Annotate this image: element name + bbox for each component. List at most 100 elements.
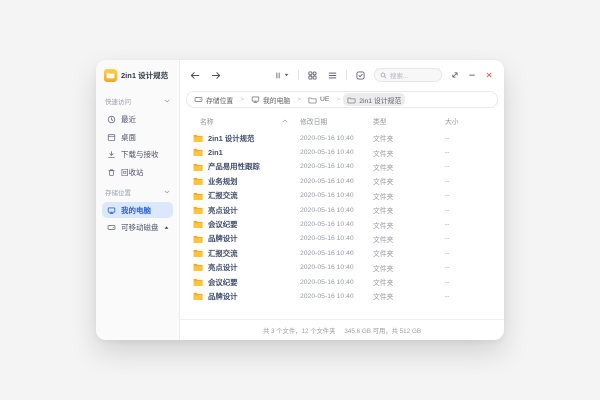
sidebar-item-label: 我的电脑: [121, 205, 151, 216]
folder-fill-icon: [193, 177, 203, 186]
file-date: 2020-05-16 10:40: [300, 207, 373, 214]
table-row[interactable]: 会议纪要2020-05-16 10:40文件夹--: [193, 275, 496, 289]
file-size: --: [445, 250, 496, 257]
sidebar-sections: 快速访问最近桌面下载与接收回收站存储位置我的电脑可移动磁盘: [102, 91, 173, 236]
table-row[interactable]: 产品易用性跟踪2020-05-16 10:40文件夹--: [193, 160, 496, 174]
file-name-cell: 汇报交流: [193, 248, 300, 259]
column-header-name[interactable]: 名称: [193, 116, 300, 126]
file-date: 2020-05-16 10:40: [300, 178, 373, 185]
breadcrumb-separator: >: [296, 96, 302, 103]
sidebar-item-label: 最近: [121, 114, 136, 125]
chevron-down-icon: [164, 99, 170, 103]
window-title-area: 2in1 设计规范: [102, 67, 173, 91]
file-name-cell: 会议纪要: [193, 277, 300, 288]
file-type: 文件夹: [373, 148, 445, 158]
file-name: 会议纪要: [208, 219, 238, 230]
file-type: 文件夹: [373, 248, 445, 258]
column-header-date[interactable]: 修改日期: [300, 116, 373, 126]
file-size: --: [445, 207, 496, 214]
main-panel: 搜索... 存储位置>我的电脑>UE>2in1 设计规范 名称 修改日期 类型 …: [180, 60, 504, 340]
column-header-type[interactable]: 类型: [373, 116, 445, 126]
table-row[interactable]: 业务规划2020-05-16 10:40文件夹--: [193, 174, 496, 188]
folder-fill-icon: [193, 163, 203, 172]
file-name: 产品易用性跟踪: [208, 161, 260, 172]
chevron-down-icon: [164, 190, 170, 194]
file-name: 亮点设计: [208, 205, 238, 216]
list-view-icon: [328, 71, 337, 80]
window-close-button[interactable]: [483, 69, 495, 81]
back-arrow-icon[interactable]: [190, 71, 200, 80]
toolbar-list-view-button[interactable]: [326, 69, 339, 82]
file-date: 2020-05-16 10:40: [300, 264, 373, 271]
table-row[interactable]: 2in1 设计规范2020-05-16 10:40文件夹--: [193, 131, 496, 145]
breadcrumb-label: 2in1 设计规范: [359, 95, 401, 105]
file-size: --: [445, 221, 496, 228]
status-files-summary: 共 3 个文件，12 个文件夹: [263, 326, 335, 335]
search-placeholder: 搜索...: [390, 70, 408, 80]
app-folder-icon: [104, 69, 117, 82]
breadcrumb-label: 存储位置: [206, 95, 233, 105]
file-type: 文件夹: [373, 220, 445, 230]
forward-arrow-icon[interactable]: [211, 71, 221, 80]
breadcrumb-item-storage[interactable]: 存储位置: [190, 93, 237, 106]
file-type: 文件夹: [373, 191, 445, 201]
breadcrumb-item-ue[interactable]: UE: [304, 94, 333, 105]
folder-fill-icon: [193, 220, 203, 229]
table-row[interactable]: 会议纪要2020-05-16 10:40文件夹--: [193, 217, 496, 231]
table-header: 名称 修改日期 类型 大小: [180, 111, 504, 130]
column-header-size[interactable]: 大小: [445, 116, 496, 126]
grid-view-icon: [308, 71, 317, 80]
sidebar-item-desktop[interactable]: 桌面: [102, 129, 173, 145]
folder-fill-icon: [193, 134, 203, 143]
file-size: --: [445, 192, 496, 199]
table-row[interactable]: 汇报交流2020-05-16 10:40文件夹--: [193, 246, 496, 260]
sidebar-item-label: 桌面: [121, 132, 136, 143]
toolbar-separator: [346, 70, 347, 80]
file-date: 2020-05-16 10:40: [300, 149, 373, 156]
download-icon: [107, 150, 116, 159]
table-row[interactable]: 品牌设计2020-05-16 10:40文件夹--: [193, 289, 496, 303]
breadcrumb-item-2in1-design-spec[interactable]: 2in1 设计规范: [343, 93, 405, 106]
sidebar-section-header[interactable]: 快速访问: [102, 91, 173, 110]
table-row[interactable]: 2in12020-05-16 10:40文件夹--: [193, 145, 496, 159]
folder-fill-icon: [193, 278, 203, 287]
sidebar-section-label: 存储位置: [105, 187, 131, 197]
sort-ascending-icon: [282, 119, 288, 123]
folder-fill-icon: [193, 249, 203, 258]
folder-line-icon: [347, 96, 356, 104]
file-type: 文件夹: [373, 176, 445, 186]
file-name: 汇报交流: [208, 248, 238, 259]
sidebar-item-downloads[interactable]: 下载与接收: [102, 147, 173, 163]
trash-icon: [107, 168, 116, 177]
breadcrumb-separator: >: [335, 96, 341, 103]
toolbar-grid-view-button[interactable]: [306, 69, 319, 82]
table-row[interactable]: 汇报交流2020-05-16 10:40文件夹--: [193, 189, 496, 203]
sidebar-item-recent[interactable]: 最近: [102, 112, 173, 128]
window-maximize-button[interactable]: [449, 69, 461, 81]
table-row[interactable]: 亮点设计2020-05-16 10:40文件夹--: [193, 203, 496, 217]
file-size: --: [445, 293, 496, 300]
file-name: 2in1: [208, 148, 223, 157]
toolbar-buttons: [272, 69, 367, 82]
search-input[interactable]: 搜索...: [374, 68, 442, 82]
toolbar-sort-dropdown-button[interactable]: [272, 69, 291, 82]
breadcrumb-item-my-computer[interactable]: 我的电脑: [247, 93, 294, 106]
status-space-summary: 345.6 GB 可用，共 512 GB: [344, 326, 421, 335]
sidebar-item-trash[interactable]: 回收站: [102, 164, 173, 180]
breadcrumb: 存储位置>我的电脑>UE>2in1 设计规范: [186, 91, 498, 108]
file-name: 2in1 设计规范: [208, 133, 254, 144]
table-row[interactable]: 亮点设计2020-05-16 10:40文件夹--: [193, 261, 496, 275]
sidebar-item-removable-disk[interactable]: 可移动磁盘: [102, 220, 173, 236]
table-row[interactable]: 品牌设计2020-05-16 10:40文件夹--: [193, 232, 496, 246]
sidebar-item-my-computer[interactable]: 我的电脑: [102, 202, 173, 218]
select-icon: [356, 71, 365, 80]
file-size: --: [445, 178, 496, 185]
sidebar-item-label: 下载与接收: [121, 149, 159, 160]
breadcrumb-separator: >: [239, 96, 245, 103]
disk-icon: [107, 223, 116, 232]
desktop-icon: [107, 133, 116, 142]
toolbar-select-mode-button[interactable]: [354, 69, 367, 82]
file-name-cell: 品牌设计: [193, 233, 300, 244]
window-minimize-button[interactable]: [466, 69, 478, 81]
sidebar-section-header[interactable]: 存储位置: [102, 182, 173, 201]
